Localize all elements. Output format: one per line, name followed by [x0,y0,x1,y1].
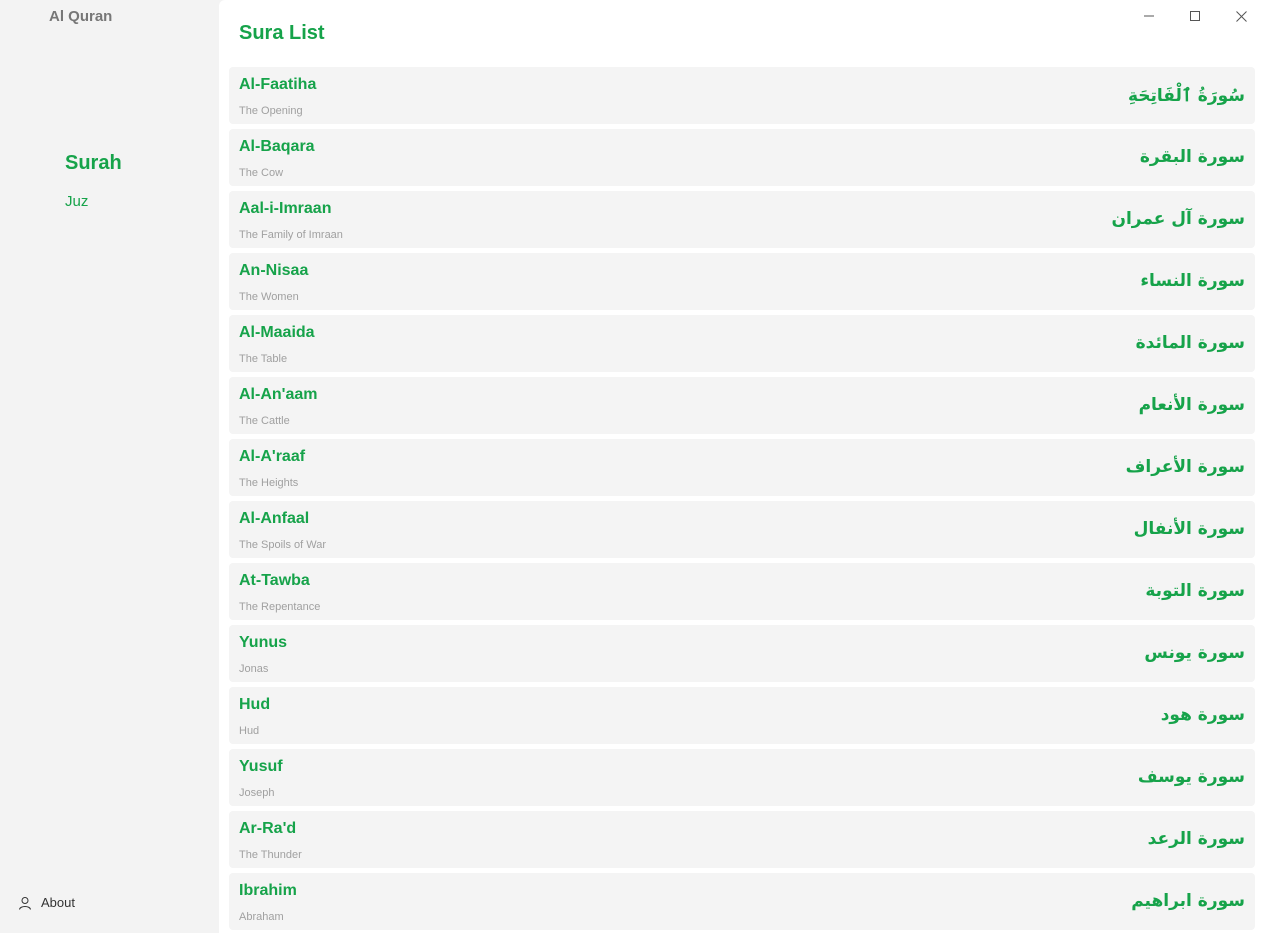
sura-arabic-name: سورة التوبة [1145,581,1245,601]
sura-list-item[interactable]: Yusuf Joseph سورة يوسف [229,749,1255,806]
app-title: Al Quran [49,8,113,25]
sura-name: Yunus [239,634,288,651]
sura-list-item[interactable]: Al-Faatiha The Opening سُورَةُ ٱلْفَاتِح… [229,67,1255,124]
sura-arabic-name: سورة النساء [1140,271,1245,291]
sura-arabic-name: سورة الأعراف [1125,457,1245,477]
close-button[interactable] [1218,0,1264,32]
sura-list-item[interactable]: Yunus Jonas سورة يونس [229,625,1255,682]
sura-meaning: Joseph [239,787,275,799]
about-button[interactable]: About [18,895,75,910]
sura-meaning: Hud [239,725,260,737]
minimize-icon [1144,15,1154,17]
about-label: About [41,895,75,910]
sura-arabic-name: سُورَةُ ٱلْفَاتِحَةِ [1127,86,1245,106]
sura-arabic-name: سورة يونس [1144,643,1245,663]
sura-arabic-name: سورة ابراهيم [1131,891,1245,911]
sura-meaning: The Table [239,353,288,365]
sura-name: Ibrahim [239,882,297,899]
sura-meaning: Abraham [239,911,284,923]
sura-meaning: The Opening [239,105,303,117]
sura-meaning: Jonas [239,663,269,675]
sura-arabic-name: سورة المائدة [1135,333,1245,353]
sura-name: Al-Baqara [239,138,315,155]
sura-name: Al-An'aam [239,386,318,403]
sura-meaning: The Cow [239,167,284,179]
sura-name: Aal-i-Imraan [239,200,332,217]
person-icon [18,896,32,910]
sura-list-item[interactable]: Al-Maaida The Table سورة المائدة [229,315,1255,372]
sura-list-item[interactable]: Aal-i-Imraan The Family of Imraan سورة آ… [229,191,1255,248]
sura-name: Al-A'raaf [239,448,306,465]
sura-arabic-name: سورة البقرة [1139,147,1245,167]
sura-meaning: The Thunder [239,849,302,861]
sura-arabic-name: سورة هود [1160,705,1245,725]
sura-list-item[interactable]: Al-Baqara The Cow سورة البقرة [229,129,1255,186]
sura-list-item[interactable]: Hud Hud سورة هود [229,687,1255,744]
sura-list: Al-Faatiha The Opening سُورَةُ ٱلْفَاتِح… [229,67,1255,933]
sura-meaning: The Women [239,291,299,303]
sura-list-item[interactable]: Al-A'raaf The Heights سورة الأعراف [229,439,1255,496]
minimize-button[interactable] [1126,0,1172,32]
sura-arabic-name: سورة الرعد [1147,829,1245,849]
sura-name: Yusuf [239,758,283,775]
sura-arabic-name: سورة يوسف [1137,767,1245,787]
sura-name: Ar-Ra'd [239,820,297,837]
sura-meaning: The Spoils of War [239,539,327,551]
sidebar: Al Quran Surah Juz About [0,0,219,933]
sura-arabic-name: سورة الأنفال [1133,519,1245,539]
sura-name: Al-Maaida [239,324,315,341]
page-title: Sura List [239,22,325,44]
sura-name: An-Nisaa [239,262,309,279]
sura-list-item[interactable]: An-Nisaa The Women سورة النساء [229,253,1255,310]
sura-arabic-name: سورة الأنعام [1138,395,1245,415]
sura-meaning: The Repentance [239,601,321,613]
sura-list-item[interactable]: Al-Anfaal The Spoils of War سورة الأنفال [229,501,1255,558]
sura-name: Al-Faatiha [239,76,317,93]
sura-meaning: The Heights [239,477,299,489]
sura-list-item[interactable]: Ar-Ra'd The Thunder سورة الرعد [229,811,1255,868]
sura-meaning: The Family of Imraan [239,229,343,241]
sura-list-item[interactable]: Al-An'aam The Cattle سورة الأنعام [229,377,1255,434]
close-icon [1235,10,1247,22]
sura-name: Al-Anfaal [239,510,310,527]
nav-item-surah[interactable]: Surah [65,152,122,175]
sura-list-item[interactable]: Ibrahim Abraham سورة ابراهيم [229,873,1255,930]
sura-name: At-Tawba [239,572,310,589]
maximize-button[interactable] [1172,0,1218,32]
nav-item-juz[interactable]: Juz [65,193,88,210]
sura-name: Hud [239,696,271,713]
sura-arabic-name: سورة آل عمران [1111,209,1245,229]
maximize-icon [1190,11,1200,21]
sura-meaning: The Cattle [239,415,290,427]
main-content: Sura List Al-Faatiha The Opening سُورَةُ… [219,0,1264,933]
sura-list-item[interactable]: At-Tawba The Repentance سورة التوبة [229,563,1255,620]
app-window: Al Quran Surah Juz About Sura List Al-Fa… [0,0,1264,933]
window-controls [1126,0,1264,32]
